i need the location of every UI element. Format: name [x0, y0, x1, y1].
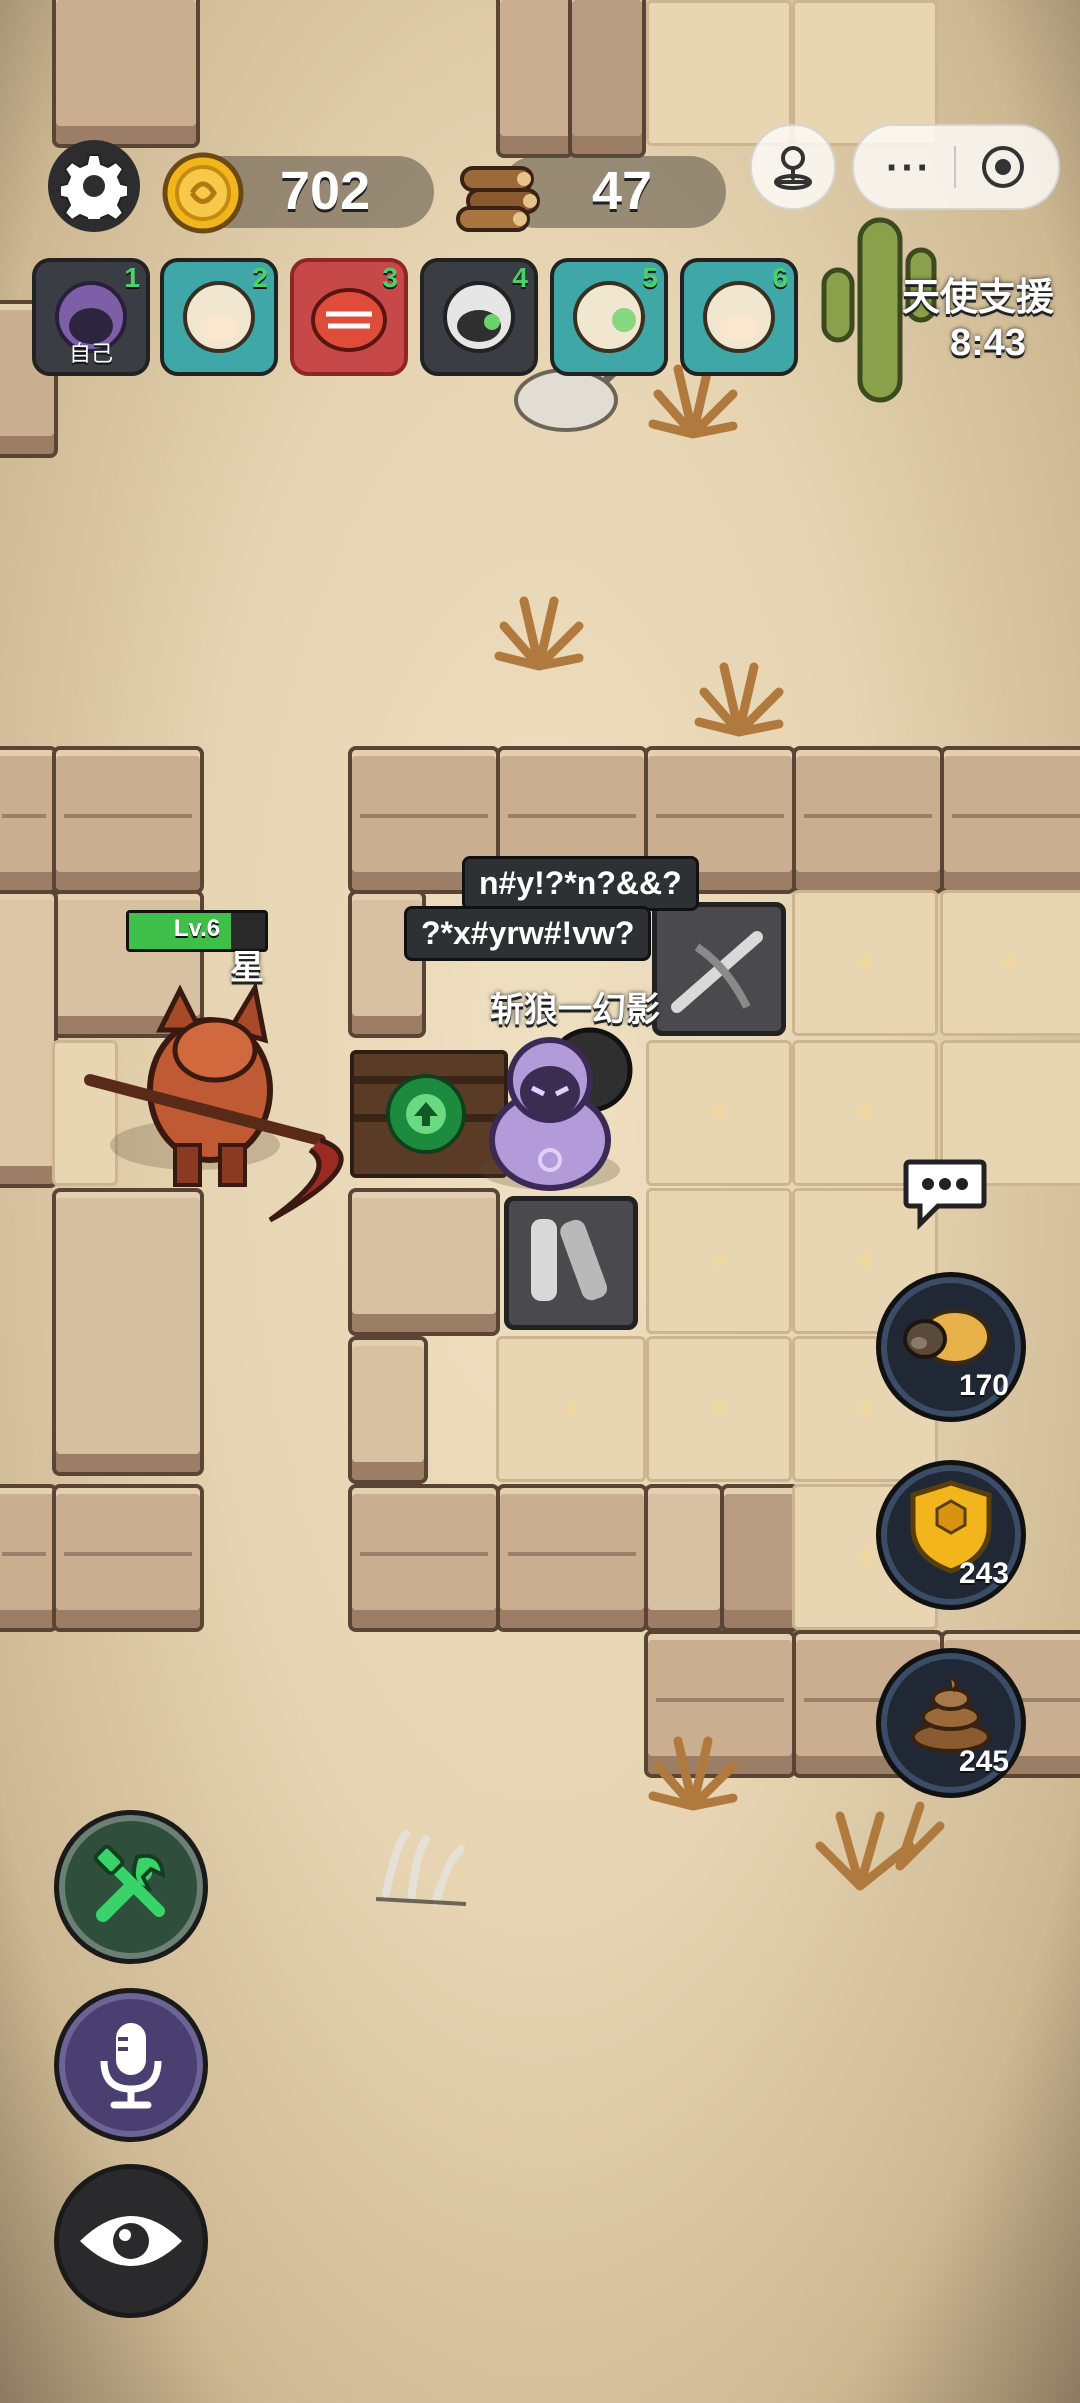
floor-tile[interactable]: +	[940, 890, 1080, 1036]
dry-plant-decoration	[494, 596, 584, 671]
wall-tile	[792, 746, 944, 894]
tools-icon	[93, 1844, 166, 1922]
wall-tile	[0, 1484, 58, 1632]
pig-icon	[903, 1309, 991, 1365]
floor-tile[interactable]: +	[646, 1336, 792, 1482]
shield-resource[interactable]: 243	[876, 1460, 1026, 1610]
wall-tile	[52, 0, 200, 148]
wood-count: 47	[592, 161, 653, 221]
angel-support-timer: 8:43	[949, 322, 1026, 364]
player-avatar-2[interactable]: 2	[160, 258, 278, 376]
wall-tile	[52, 746, 204, 894]
enemy-level: Lv.6	[173, 915, 221, 942]
player-number: 3	[382, 262, 398, 293]
wall-tile	[720, 1484, 800, 1632]
player-name: 斩狼一幻影	[490, 991, 660, 1029]
player-sheep-character[interactable]	[470, 1010, 650, 1200]
record-icon[interactable]	[982, 146, 1024, 188]
build-tools-button[interactable]	[54, 1810, 208, 1964]
angel-support-title: 天使支援	[901, 277, 1054, 319]
wood-icon	[456, 166, 540, 232]
wall-tile	[0, 890, 58, 1188]
wall-tile	[940, 746, 1080, 894]
poop-icon	[911, 1675, 991, 1753]
spectate-button[interactable]	[54, 2164, 208, 2318]
chat-button[interactable]	[902, 1156, 988, 1231]
floor-tile[interactable]: +	[646, 1040, 792, 1186]
cannon-icon	[531, 1219, 608, 1301]
chat-icon	[903, 1159, 987, 1231]
joystick-icon	[774, 146, 812, 190]
player-avatar-4[interactable]: 4	[420, 258, 538, 376]
floor-tile[interactable]: +	[792, 890, 938, 1036]
player-avatar-6[interactable]: 6	[680, 258, 798, 376]
wall-tile	[52, 1188, 204, 1476]
crossbow-icon	[671, 931, 763, 1013]
player-avatar-5[interactable]: 5	[550, 258, 668, 376]
pig-resource[interactable]: 170	[876, 1272, 1026, 1422]
dry-plant-decoration	[648, 1736, 738, 1811]
player-number: 2	[252, 262, 268, 293]
coin-icon	[162, 152, 244, 234]
dry-plant-decoration	[815, 1801, 945, 1891]
dry-plant-decoration	[648, 364, 738, 439]
eye-icon	[80, 2216, 182, 2266]
poop-resource[interactable]: 245	[876, 1648, 1026, 1798]
coin-count: 702	[280, 161, 371, 221]
player-avatar-3[interactable]: 3	[290, 258, 408, 376]
joystick-button[interactable]	[750, 124, 836, 210]
werewolf-enemy[interactable]	[80, 970, 380, 1230]
player-avatar-1[interactable]: 1 自己	[32, 258, 150, 376]
more-icon[interactable]: ···	[886, 146, 932, 191]
chat-bubble: ?*x#yrw#!vw?	[404, 906, 652, 961]
microphone-icon	[100, 2023, 162, 2109]
upgrade-arrow-icon[interactable]	[386, 1074, 466, 1154]
wall-tile	[348, 1484, 500, 1632]
wall-tile	[52, 1484, 204, 1632]
dry-plant-decoration	[694, 662, 784, 737]
mini-program-capsule: ···	[852, 124, 1060, 210]
poop-count: 245	[958, 1745, 1009, 1778]
wall-tile	[348, 1336, 428, 1484]
player-number: 4	[512, 262, 528, 293]
enemy-name: 星	[230, 949, 264, 987]
player-number: 1	[124, 262, 140, 293]
wall-tile	[496, 1484, 648, 1632]
wall-tile	[496, 0, 574, 158]
settings-button[interactable]	[48, 140, 140, 232]
wall-tile	[0, 746, 58, 894]
self-label: 自己	[68, 341, 113, 366]
turret-tile[interactable]	[504, 1196, 638, 1330]
bones-decoration	[375, 1830, 467, 1906]
floor-tile[interactable]	[646, 0, 792, 146]
gear-icon	[61, 154, 127, 219]
player-number: 5	[642, 262, 658, 293]
floor-tile[interactable]: +	[646, 1188, 792, 1334]
microphone-button[interactable]	[54, 1988, 208, 2142]
wall-tile	[568, 0, 646, 158]
pig-count: 170	[958, 1369, 1009, 1402]
shield-count: 243	[958, 1557, 1009, 1590]
wall-tile	[644, 1484, 724, 1632]
turret-tile[interactable]	[652, 902, 786, 1036]
player-number: 6	[772, 262, 788, 293]
floor-tile[interactable]: +	[496, 1336, 646, 1482]
chat-bubble: n#y!?*n?&&?	[462, 856, 699, 911]
